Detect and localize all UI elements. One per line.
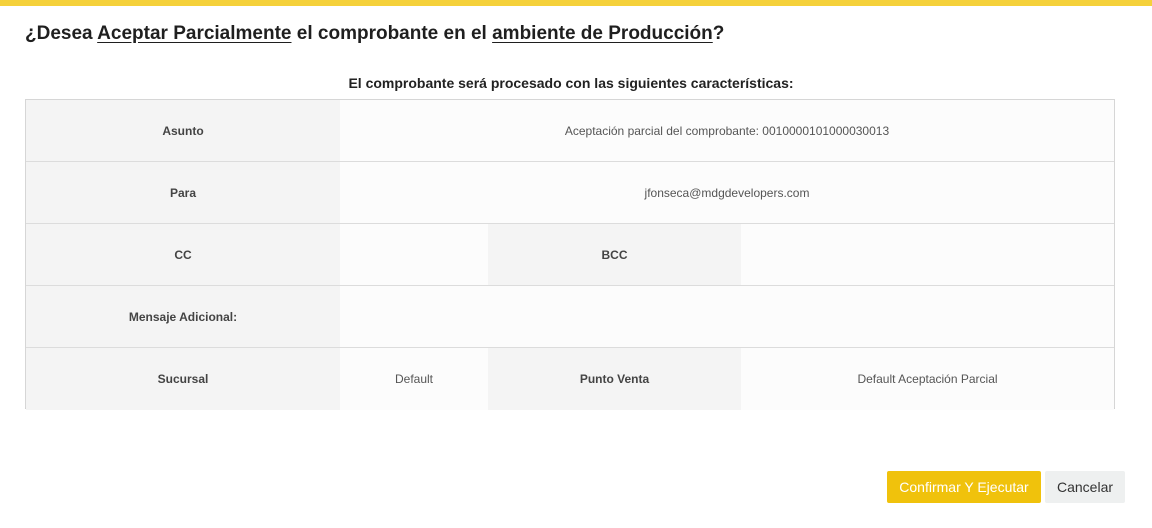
dialog-subtitle: El comprobante será procesado con las si… <box>348 75 794 91</box>
bcc-value <box>741 224 1114 285</box>
row-sucursal: Sucursal Default Punto Venta Default Ace… <box>26 348 1114 410</box>
asunto-value: Aceptación parcial del comprobante: 0010… <box>340 100 1114 161</box>
title-environment: ambiente de Producción <box>492 23 713 44</box>
mensaje-value <box>340 286 1114 347</box>
dialog-title: ¿Desea Aceptar Parcialmente el comproban… <box>25 23 724 45</box>
mensaje-label: Mensaje Adicional: <box>26 286 340 347</box>
cancel-button[interactable]: Cancelar <box>1045 471 1125 503</box>
confirm-execute-button[interactable]: Confirmar Y Ejecutar <box>887 471 1041 503</box>
row-para: Para jfonseca@mdgdevelopers.com <box>26 162 1114 224</box>
bcc-label: BCC <box>488 224 741 285</box>
sucursal-value: Default <box>340 348 488 410</box>
row-asunto: Asunto Aceptación parcial del comprobant… <box>26 100 1114 162</box>
sucursal-label: Sucursal <box>26 348 340 410</box>
para-value: jfonseca@mdgdevelopers.com <box>340 162 1114 223</box>
cc-label: CC <box>26 224 340 285</box>
punto-venta-value: Default Aceptación Parcial <box>741 348 1114 410</box>
title-prefix: ¿Desea <box>25 23 98 44</box>
asunto-label: Asunto <box>26 100 340 161</box>
title-middle: el comprobante en el <box>291 23 493 44</box>
para-label: Para <box>26 162 340 223</box>
punto-venta-label: Punto Venta <box>488 348 741 410</box>
title-suffix: ? <box>712 23 725 44</box>
row-cc-bcc: CC BCC <box>26 224 1114 286</box>
title-action: Aceptar Parcialmente <box>97 23 292 44</box>
cc-value <box>340 224 488 285</box>
top-accent-bar <box>0 0 1152 6</box>
row-mensaje: Mensaje Adicional: <box>26 286 1114 348</box>
details-table: Asunto Aceptación parcial del comprobant… <box>25 99 1115 410</box>
